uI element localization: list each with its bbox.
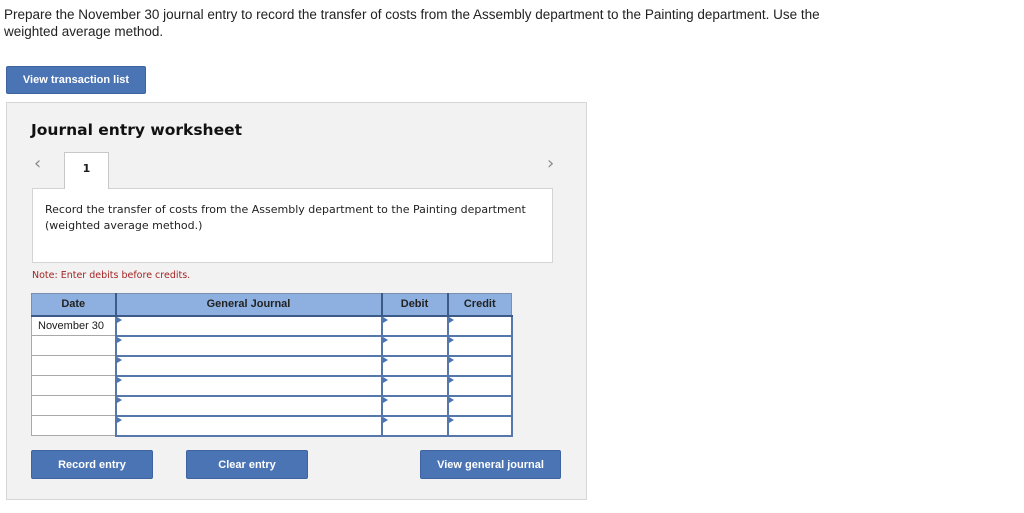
account-input[interactable] [114, 334, 383, 357]
header-credit: Credit [446, 293, 512, 317]
header-debit: Debit [380, 293, 448, 317]
date-cell [31, 375, 116, 396]
credit-input[interactable] [446, 394, 513, 417]
debit-input[interactable] [380, 354, 449, 377]
debit-input[interactable] [380, 374, 449, 397]
chevron-right-icon[interactable]: › [547, 153, 554, 174]
tab-entry-1[interactable]: 1 [64, 152, 109, 189]
worksheet-title: Journal entry worksheet [31, 121, 243, 139]
clear-entry-button[interactable]: Clear entry [186, 450, 308, 479]
table-row [31, 354, 513, 377]
date-cell [31, 415, 116, 436]
date-cell [31, 355, 116, 376]
debit-input[interactable] [380, 314, 449, 337]
credit-input[interactable] [446, 334, 513, 357]
debit-input[interactable] [380, 394, 449, 417]
account-input[interactable] [114, 394, 383, 417]
debit-input[interactable] [380, 334, 449, 357]
debit-credit-note: Note: Enter debits before credits. [32, 270, 191, 281]
account-input[interactable] [114, 414, 383, 437]
table-row [31, 334, 513, 357]
table-row [31, 394, 513, 417]
credit-input[interactable] [446, 354, 513, 377]
table-header-row: Date General Journal Debit Credit [31, 293, 512, 317]
date-cell: November 30 [31, 315, 116, 336]
table-row [31, 414, 513, 437]
view-general-journal-button[interactable]: View general journal [420, 450, 561, 479]
entry-description: Record the transfer of costs from the As… [32, 188, 553, 263]
header-date: Date [31, 293, 116, 317]
journal-entry-worksheet: Journal entry worksheet ‹ › 1 Record the… [6, 102, 587, 500]
credit-input[interactable] [446, 374, 513, 397]
credit-input[interactable] [446, 314, 513, 337]
credit-input[interactable] [446, 414, 513, 437]
debit-input[interactable] [380, 414, 449, 437]
table-row [31, 374, 513, 397]
table-row: November 30 [31, 314, 513, 337]
view-transaction-list-button[interactable]: View transaction list [6, 66, 146, 94]
account-input[interactable] [114, 374, 383, 397]
account-input[interactable] [114, 314, 383, 337]
journal-table: Date General Journal Debit Credit Novemb… [31, 293, 513, 437]
record-entry-button[interactable]: Record entry [31, 450, 153, 479]
header-general-journal: General Journal [114, 293, 382, 317]
question-prompt: Prepare the November 30 journal entry to… [4, 7, 820, 39]
chevron-left-icon[interactable]: ‹ [34, 153, 41, 174]
date-cell [31, 395, 116, 416]
date-cell [31, 335, 116, 356]
account-input[interactable] [114, 354, 383, 377]
